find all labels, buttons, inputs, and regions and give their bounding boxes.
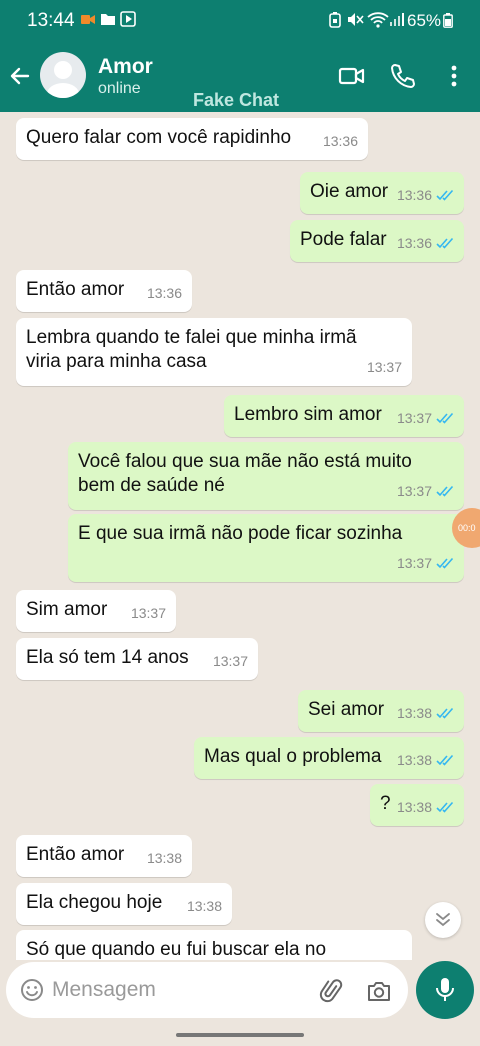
message-bubble-outgoing[interactable]: E que sua irmã não pode ficar sozinha 13…: [68, 514, 464, 582]
message-time: 13:38: [186, 898, 222, 914]
message-meta: 13:36: [323, 129, 358, 153]
message-bubble-incoming[interactable]: Só que quando eu fui buscar ela no: [16, 930, 412, 960]
message-meta: 13:36: [397, 231, 454, 255]
message-time: 13:37: [130, 605, 166, 621]
default-avatar-icon: [47, 61, 79, 98]
more-vert-icon[interactable]: [440, 62, 468, 90]
read-ticks-icon: [436, 557, 454, 569]
read-ticks-icon: [436, 707, 454, 719]
message-meta: 13:37: [213, 649, 248, 673]
message-time: 13:37: [366, 359, 402, 375]
message-text: Só que quando eu fui buscar ela no: [26, 939, 327, 960]
read-ticks-icon: [436, 485, 454, 497]
folder-icon: [101, 14, 115, 25]
message-meta: 13:38: [187, 894, 222, 918]
system-nav-bar: [0, 1026, 480, 1046]
message-bubble-outgoing[interactable]: ? 13:38: [370, 784, 464, 826]
status-bar: 13:44 65%: [0, 0, 480, 42]
message-meta: 13:37: [367, 355, 402, 379]
contact-status: online: [98, 80, 141, 97]
mic-icon: [436, 978, 454, 1001]
camera-icon[interactable]: [366, 978, 392, 1004]
message-time: 13:37: [212, 653, 248, 669]
recording-time: 00:0: [458, 523, 476, 533]
message-bubble-outgoing[interactable]: Lembro sim amor 13:37: [224, 395, 464, 437]
message-time: 13:36: [146, 285, 182, 301]
message-bubble-outgoing[interactable]: Oie amor 13:36: [300, 172, 464, 214]
message-meta: 13:36: [397, 183, 454, 207]
message-bubble-incoming[interactable]: Quero falar com você rapidinho 13:36: [16, 118, 368, 160]
composer-pill: [6, 962, 408, 1018]
read-ticks-icon: [436, 754, 454, 766]
message-time: 13:37: [396, 555, 432, 571]
battery-percent: 65%: [407, 11, 442, 30]
message-list[interactable]: Quero falar com você rapidinho 13:36 Oie…: [0, 112, 480, 960]
message-bubble-incoming[interactable]: Então amor 13:38: [16, 835, 192, 877]
contact-name[interactable]: Amor: [98, 55, 153, 79]
video-call-icon[interactable]: [338, 62, 366, 90]
battery-icon: [443, 13, 453, 28]
message-meta: 13:38: [397, 795, 454, 819]
message-time: 13:36: [396, 187, 432, 203]
message-bubble-incoming[interactable]: Ela chegou hoje 13:38: [16, 883, 232, 925]
mute-icon: [348, 13, 364, 26]
read-ticks-icon: [436, 801, 454, 813]
message-bubble-incoming[interactable]: Ela só tem 14 anos 13:37: [16, 638, 258, 680]
message-text: Quero falar com você rapidinho: [26, 127, 292, 148]
message-text: Lembra quando te falei que minha irmã vi…: [26, 327, 357, 372]
message-meta: 13:37: [397, 551, 454, 575]
message-bubble-outgoing[interactable]: Sei amor 13:38: [298, 690, 464, 732]
watermark: Fake Chat: [193, 90, 280, 110]
record-icon: [81, 15, 95, 24]
message-meta: 13:37: [397, 406, 454, 430]
wifi-icon: [367, 12, 389, 28]
message-meta: 13:37: [397, 479, 454, 503]
message-time: 13:38: [396, 799, 432, 815]
play-store-icon: [120, 11, 136, 27]
read-ticks-icon: [436, 237, 454, 249]
phone-screen: 13:44 65% Amor online Fake Chat Quero fa…: [0, 0, 480, 1046]
message-meta: 13:38: [147, 846, 182, 870]
message-bubble-incoming[interactable]: Então amor 13:36: [16, 270, 192, 312]
signal-icon: [390, 13, 404, 26]
message-time: 13:36: [396, 235, 432, 251]
home-indicator[interactable]: [176, 1033, 304, 1037]
alarm-icon: [329, 12, 341, 28]
message-bubble-incoming[interactable]: Lembra quando te falei que minha irmã vi…: [16, 318, 412, 386]
message-time: 13:38: [396, 752, 432, 768]
attach-icon[interactable]: [319, 978, 345, 1004]
message-meta: 13:37: [131, 601, 166, 625]
status-time: 13:44: [27, 10, 75, 31]
message-bubble-outgoing[interactable]: Mas qual o problema 13:38: [194, 737, 464, 779]
message-time: 13:37: [396, 410, 432, 426]
message-bubble-outgoing[interactable]: Pode falar 13:36: [290, 220, 464, 262]
read-ticks-icon: [436, 412, 454, 424]
emoji-icon[interactable]: [20, 978, 44, 1002]
read-ticks-icon: [436, 189, 454, 201]
message-time: 13:36: [322, 133, 358, 149]
double-chevron-down-icon: [436, 913, 450, 927]
message-meta: 13:38: [397, 701, 454, 725]
chat-header: Amor online Fake Chat: [0, 42, 480, 112]
message-input[interactable]: [52, 970, 302, 1010]
message-meta: 13:36: [147, 281, 182, 305]
message-bubble-incoming[interactable]: Sim amor 13:37: [16, 590, 176, 632]
message-bubble-outgoing[interactable]: Você falou que sua mãe não está muito be…: [68, 442, 464, 510]
scroll-to-bottom-button[interactable]: [425, 902, 461, 938]
message-time: 13:38: [146, 850, 182, 866]
message-text: E que sua irmã não pode ficar sozinha: [78, 523, 403, 544]
mic-button[interactable]: [416, 961, 474, 1019]
back-arrow-icon[interactable]: [8, 64, 32, 88]
avatar[interactable]: [40, 52, 86, 98]
message-meta: 13:38: [397, 748, 454, 772]
phone-icon[interactable]: [389, 62, 417, 90]
composer-bar: [0, 960, 480, 1026]
message-time: 13:37: [396, 483, 432, 499]
message-time: 13:38: [396, 705, 432, 721]
